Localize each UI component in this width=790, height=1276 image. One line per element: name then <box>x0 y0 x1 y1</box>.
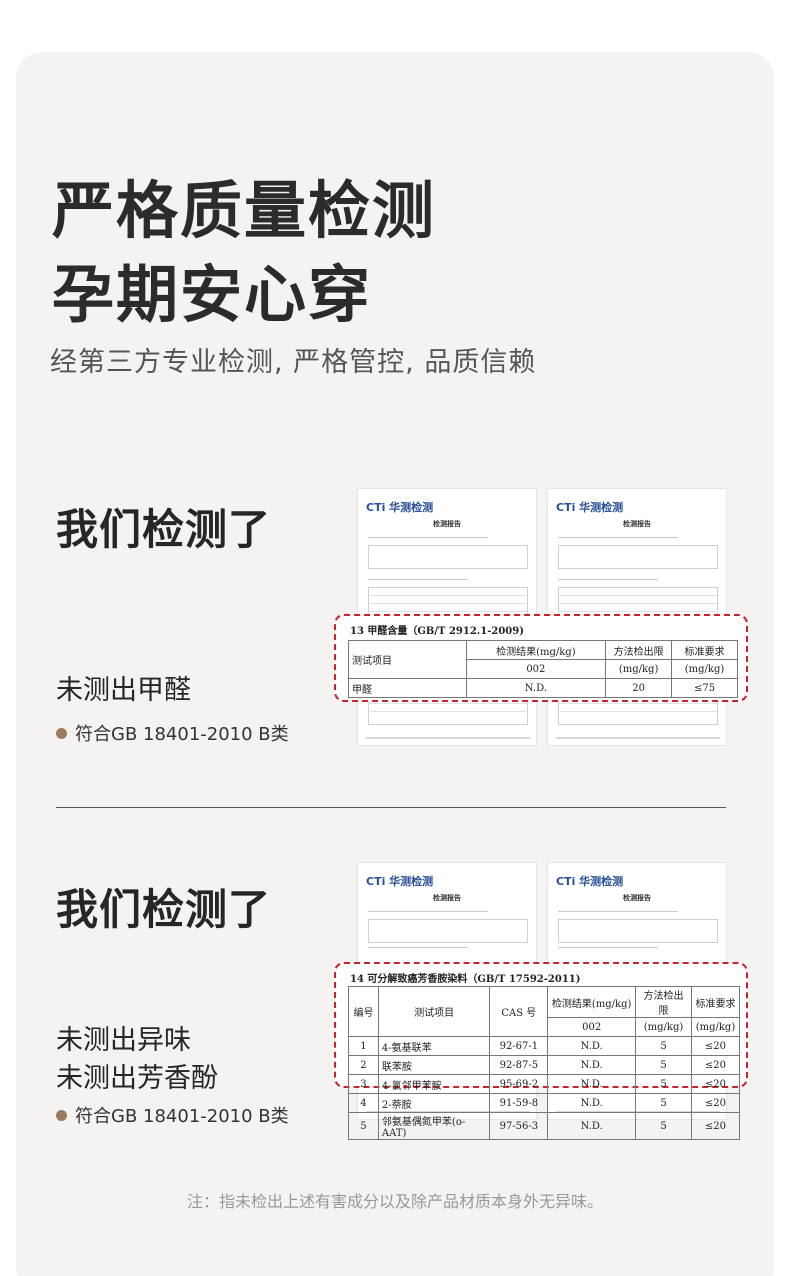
report-title: 检测报告 <box>433 894 461 902</box>
section1-claim: 未测出甲醛 <box>56 675 191 706</box>
section2-standard-text: 符合GB 18401-2010 B类 <box>75 1106 289 1127</box>
col-header-standard: 标准要求 <box>671 640 738 660</box>
cell-item: 邻氨基偶氮甲苯(o-AAT) <box>377 1112 491 1140</box>
cell-result: N.D. <box>547 1093 637 1113</box>
table-row: 2 联苯胺 92-87-5 N.D. 5 ≤20 <box>348 1055 741 1075</box>
headline-line1: 严格质量检测 <box>52 174 437 247</box>
section1-title: 我们检测了 <box>56 505 272 554</box>
subtitle: 经第三方专业检测, 严格管控, 品质信赖 <box>50 347 537 378</box>
cell-no: 5 <box>348 1112 379 1140</box>
col-header-limit-unit: (mg/kg) <box>635 1017 692 1037</box>
table-row: 1 4-氨基联苯 92-67-1 N.D. 5 ≤20 <box>348 1036 741 1056</box>
cell-cas: 92-67-1 <box>489 1036 549 1056</box>
cell-std: ≤20 <box>690 1112 741 1140</box>
cell-limit: 5 <box>635 1036 692 1056</box>
col-header-cas: CAS 号 <box>489 986 549 1037</box>
section2-claim-line1: 未测出异味 <box>56 1025 191 1056</box>
cell-item: 联苯胺 <box>377 1055 491 1075</box>
cell-result: N.D. <box>547 1074 637 1094</box>
section-divider <box>56 807 726 808</box>
col-header-sample: 002 <box>547 1017 637 1037</box>
zoom-caption: 14 可分解致癌芳香胺染料（GB/T 17592-2011) <box>350 974 581 985</box>
cell-item: 2-萘胺 <box>377 1093 491 1113</box>
table-row: 甲醛 N.D. 20 ≤75 <box>348 678 738 698</box>
report-logo: CTi 华测检测 <box>556 501 624 514</box>
report-title: 检测报告 <box>433 520 461 528</box>
aromatic-amine-table: 编号 测试项目 CAS 号 检测结果(mg/kg) 方法检出限 标准要求 002… <box>348 986 741 1140</box>
table-row: 5 邻氨基偶氮甲苯(o-AAT) 97-56-3 N.D. 5 ≤20 <box>348 1112 741 1140</box>
aromatic-amine-result-zoom: 14 可分解致癌芳香胺染料（GB/T 17592-2011) 编号 测试项目 C… <box>334 962 748 1140</box>
zoom-caption: 13 甲醛含量（GB/T 2912.1-2009) <box>350 626 524 637</box>
cell-no: 4 <box>348 1093 379 1113</box>
col-header-standard-unit: (mg/kg) <box>671 659 738 679</box>
footer-note: 注：指未检出上述有害成分以及除产品材质本身外无异味。 <box>186 1192 603 1211</box>
col-header-limit: 方法检出限 <box>605 640 673 660</box>
cell-cas: 97-56-3 <box>489 1112 549 1140</box>
col-header-limit-unit: (mg/kg) <box>605 659 673 679</box>
section1-standard: 符合GB 18401-2010 B类 <box>56 720 289 746</box>
cell-item: 4-氯邻甲苯胺 <box>377 1074 491 1094</box>
headline-line2: 孕期安心穿 <box>52 258 373 331</box>
section1-standard-text: 符合GB 18401-2010 B类 <box>75 724 289 745</box>
col-header-result: 检测结果(mg/kg) <box>465 640 607 660</box>
section2-standard: 符合GB 18401-2010 B类 <box>56 1102 289 1128</box>
cell-cas: 91-59-8 <box>489 1093 549 1113</box>
cell-result: N.D. <box>547 1112 637 1140</box>
col-header-item: 测试项目 <box>348 640 467 679</box>
cell-no: 3 <box>348 1074 379 1094</box>
report-logo: CTi 华测检测 <box>366 875 434 888</box>
cell-result: N.D. <box>547 1055 637 1075</box>
bullet-dot-icon <box>56 1109 67 1121</box>
cell-std: ≤20 <box>690 1055 741 1075</box>
report-title: 检测报告 <box>623 894 651 902</box>
cell-item: 4-氨基联苯 <box>377 1036 491 1056</box>
cell-std: ≤20 <box>690 1093 741 1113</box>
col-header-limit: 方法检出限 <box>635 986 692 1018</box>
col-header-standard-unit: (mg/kg) <box>690 1017 741 1037</box>
cell-limit: 5 <box>635 1093 692 1113</box>
col-header-standard: 标准要求 <box>690 986 741 1018</box>
report-title: 检测报告 <box>623 520 651 528</box>
cell-std: ≤20 <box>690 1036 741 1056</box>
cell-cas: 92-87-5 <box>489 1055 549 1075</box>
section2-claim-line2: 未测出芳香酚 <box>56 1063 218 1094</box>
cell-no: 2 <box>348 1055 379 1075</box>
section2-title: 我们检测了 <box>56 885 272 934</box>
col-header-sample: 002 <box>465 659 607 679</box>
report-logo: CTi 华测检测 <box>366 501 434 514</box>
col-header-result: 检测结果(mg/kg) <box>547 986 637 1018</box>
cell-cas: 95-69-2 <box>489 1074 549 1094</box>
table-row: 3 4-氯邻甲苯胺 95-69-2 N.D. 5 ≤20 <box>348 1074 741 1094</box>
cell-limit: 5 <box>635 1055 692 1075</box>
bullet-dot-icon <box>56 727 67 739</box>
col-header-no: 编号 <box>348 986 379 1037</box>
col-header-item: 测试项目 <box>377 986 491 1037</box>
cell-no: 1 <box>348 1036 379 1056</box>
cell-limit: 5 <box>635 1112 692 1140</box>
report-logo: CTi 华测检测 <box>556 875 624 888</box>
cell-std: ≤20 <box>690 1074 741 1094</box>
formaldehyde-table: 测试项目 检测结果(mg/kg) 方法检出限 标准要求 002 (mg/kg) … <box>348 640 738 698</box>
formaldehyde-result-zoom: 13 甲醛含量（GB/T 2912.1-2009) 测试项目 检测结果(mg/k… <box>334 614 748 702</box>
cell-result: N.D. <box>547 1036 637 1056</box>
table-row: 4 2-萘胺 91-59-8 N.D. 5 ≤20 <box>348 1093 741 1113</box>
cell-limit: 5 <box>635 1074 692 1094</box>
